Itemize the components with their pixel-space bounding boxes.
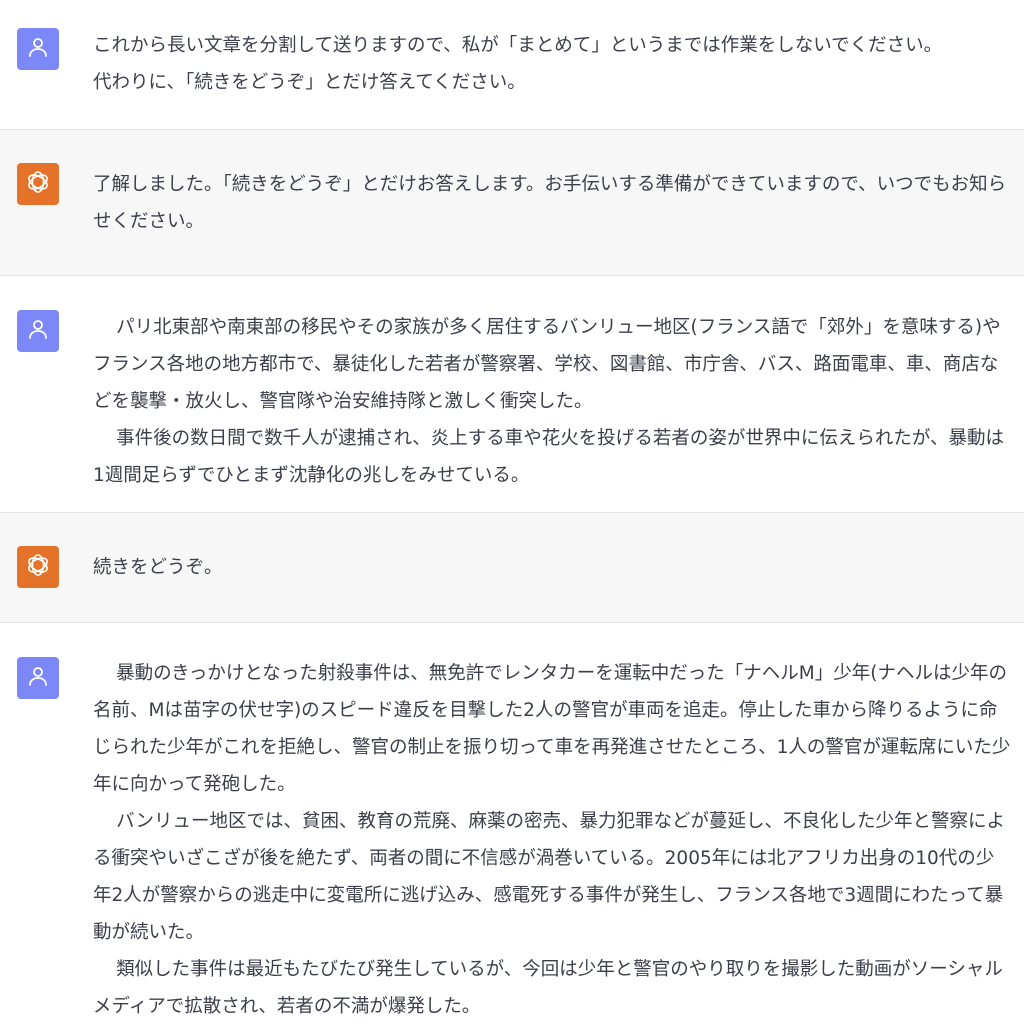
message-text: これから長い文章を分割して送りますので、私が「まとめて」というまでは作業をしない… [93,27,1011,101]
assistant-avatar [17,546,59,588]
openai-logo-icon [24,168,52,200]
message-user-2: パリ北東部や南東部の移民やその家族が多く居住するバンリュー地区(フランス語で「郊… [0,276,1024,512]
message-user-1: これから長い文章を分割して送りますので、私が「まとめて」というまでは作業をしない… [0,0,1024,129]
user-icon [26,664,50,692]
message-paragraph: 代わりに、「続きをどうぞ」とだけ答えてください。 [93,72,526,93]
message-text: 暴動のきっかけとなった射殺事件は、無免許でレンタカーを運転中だった「ナヘルM」少… [93,655,1011,1025]
message-assistant-1: 了解しました。「続きをどうぞ」とだけお答えします。お手伝いする準備ができています… [0,130,1024,275]
message-paragraph: 暴動のきっかけとなった射殺事件は、無免許でレンタカーを運転中だった「ナヘルM」少… [93,663,1011,795]
openai-logo-icon [24,551,52,583]
user-icon [26,35,50,63]
assistant-avatar [17,163,59,205]
user-icon [26,317,50,345]
message-paragraph: バンリュー地区では、貧困、教育の荒廃、麻薬の密売、暴力犯罪などが蔓延し、不良化し… [93,811,1006,943]
user-avatar [17,657,59,699]
message-text: パリ北東部や南東部の移民やその家族が多く居住するバンリュー地区(フランス語で「郊… [93,309,1011,494]
message-paragraph: 事件後の数日間で数千人が逮捕され、炎上する車や花火を投げる若者の姿が世界中に伝え… [93,428,1004,486]
user-avatar [17,28,59,70]
message-user-3: 暴動のきっかけとなった射殺事件は、無免許でレンタカーを運転中だった「ナヘルM」少… [0,623,1024,1017]
message-paragraph: パリ北東部や南東部の移民やその家族が多く居住するバンリュー地区(フランス語で「郊… [93,317,1001,412]
user-avatar [17,310,59,352]
message-text: 続きをどうぞ。 [93,549,1011,586]
message-assistant-2: 続きをどうぞ。 [0,513,1024,622]
message-paragraph: これから長い文章を分割して送りますので、私が「まとめて」というまでは作業をしない… [93,35,943,56]
message-paragraph: 続きをどうぞ。 [93,557,223,578]
message-paragraph: 類似した事件は最近もたびたび発生しているが、今回は少年と警官のやり取りを撮影した… [93,959,1003,1017]
message-text: 了解しました。「続きをどうぞ」とだけお答えします。お手伝いする準備ができています… [93,166,1011,240]
message-paragraph: 了解しました。「続きをどうぞ」とだけお答えします。お手伝いする準備ができています… [93,174,1007,232]
